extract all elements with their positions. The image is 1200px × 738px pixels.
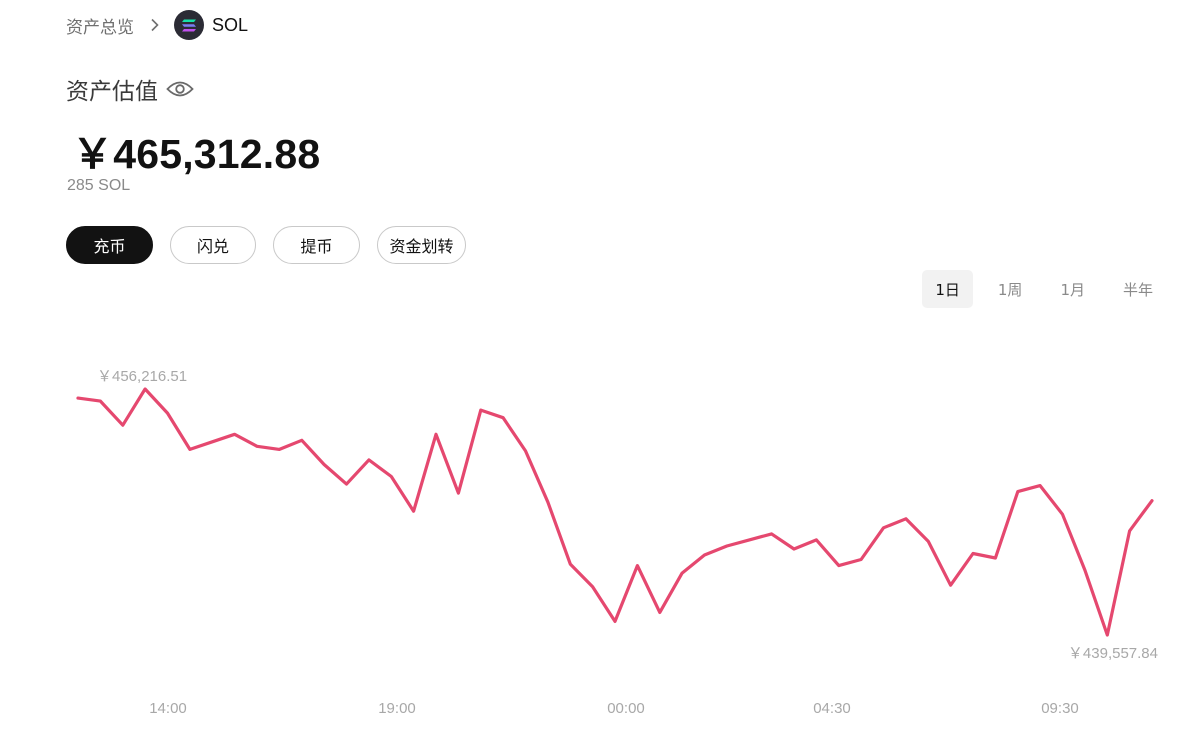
x-axis-tick-label: 04:30: [813, 700, 851, 717]
x-axis-tick-label: 14:00: [149, 700, 187, 717]
tab-1d[interactable]: 1日: [922, 270, 973, 308]
tab-1w[interactable]: 1周: [985, 270, 1036, 308]
coin-quantity: 285 SOL: [67, 177, 131, 194]
price-series-line: [76, 387, 1154, 637]
eye-icon[interactable]: [166, 79, 194, 99]
transfer-button[interactable]: 资金划转: [377, 226, 466, 264]
tab-6m[interactable]: 半年: [1110, 270, 1166, 308]
valuation-label: 资产估值: [66, 79, 158, 105]
min-value-label: ￥439,557.84: [1068, 645, 1158, 662]
total-balance: ￥465,312.88: [72, 131, 321, 177]
breadcrumb: 资产总览 SOL: [66, 10, 248, 40]
x-axis-tick-label: 00:00: [607, 700, 645, 717]
price-line-chart: ￥456,216.51 ￥439,557.84 14:00 19:00 00:00 0…: [76, 368, 1158, 717]
swap-button[interactable]: 闪兑: [170, 226, 256, 264]
max-value-label: ￥456,216.51: [97, 368, 187, 385]
breadcrumb-current-coin: SOL: [212, 14, 249, 35]
x-axis-tick-label: 09:30: [1041, 700, 1079, 717]
tab-1m[interactable]: 1月: [1047, 270, 1098, 308]
action-buttons: 充币 闪兑 提币 资金划转: [66, 226, 483, 264]
x-axis-tick-label: 19:00: [378, 700, 416, 717]
solana-logo-icon: [174, 10, 204, 40]
deposit-button[interactable]: 充币: [66, 226, 153, 264]
time-range-tabs: 1日 1周 1月 半年: [910, 270, 1166, 308]
valuation-header: 资产估值: [66, 72, 194, 106]
withdraw-button[interactable]: 提币: [273, 226, 360, 264]
breadcrumb-asset-overview[interactable]: 资产总览: [66, 13, 134, 38]
chevron-right-icon: [150, 18, 160, 32]
